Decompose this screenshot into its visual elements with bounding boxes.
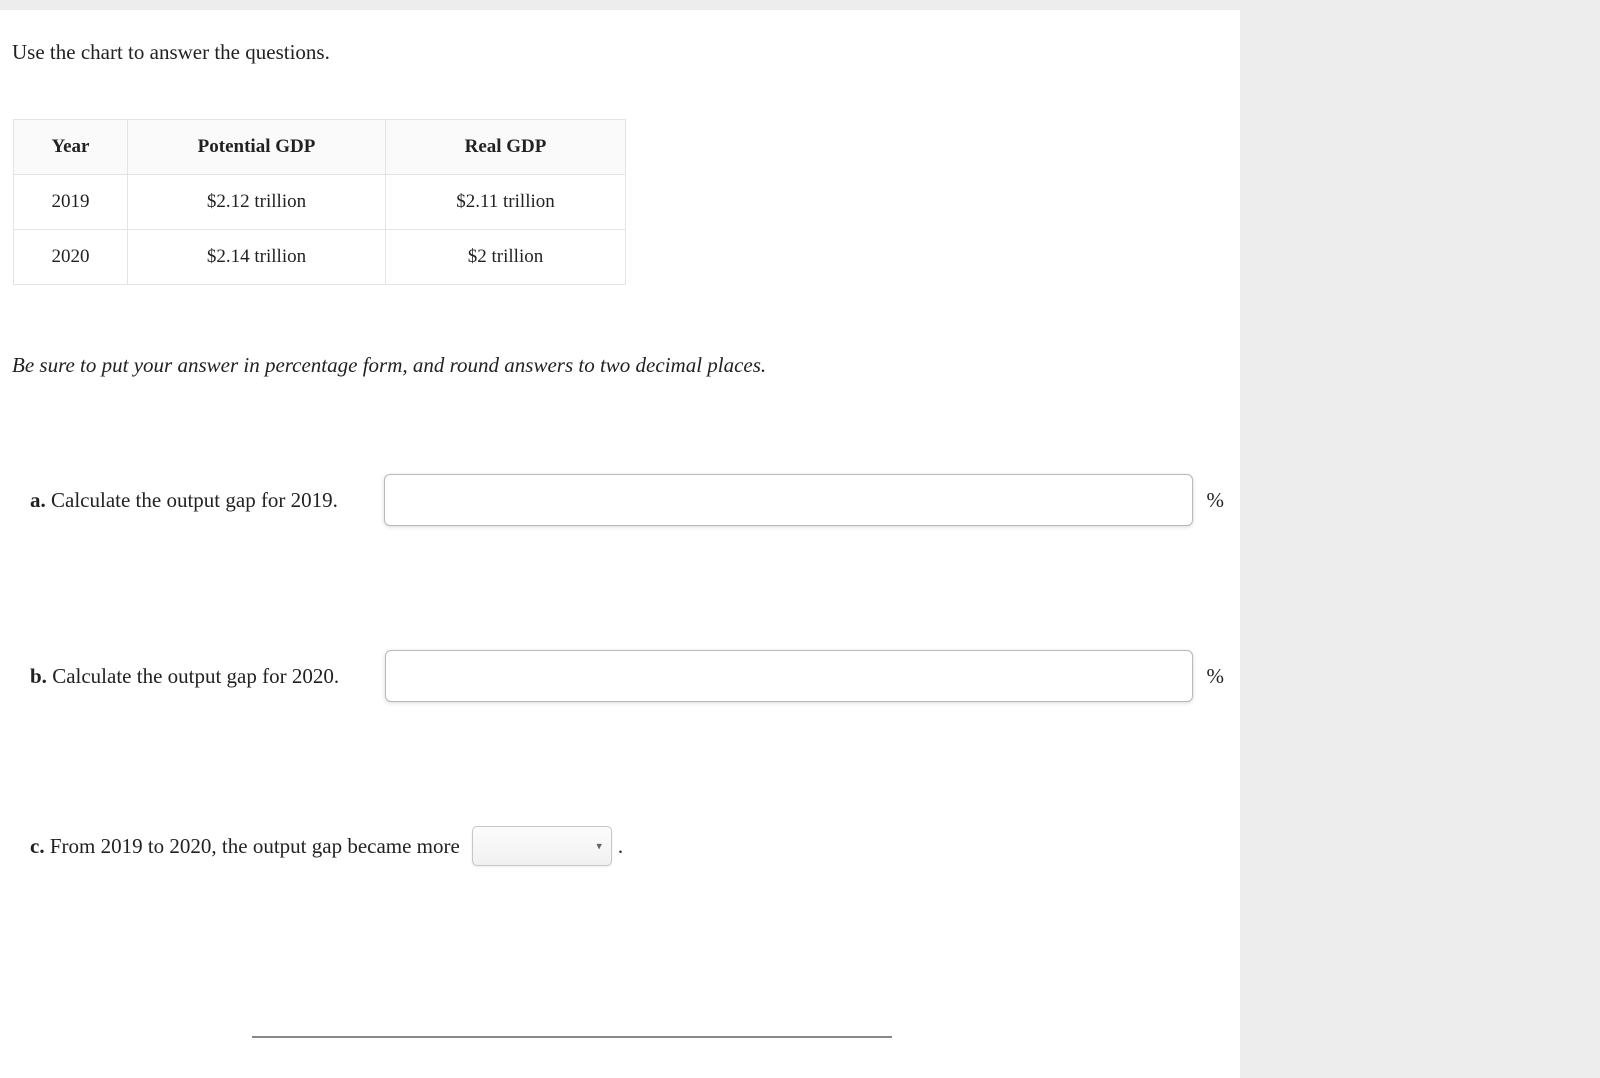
unit-a: % [1207, 488, 1225, 513]
question-c-before: From 2019 to 2020, the output gap became… [50, 834, 460, 858]
question-b-row: b. Calculate the output gap for 2020. % [12, 650, 1230, 702]
question-a-row: a. Calculate the output gap for 2019. % [12, 474, 1230, 526]
question-b-text: b. Calculate the output gap for 2020. [30, 664, 339, 689]
unit-b: % [1207, 664, 1225, 689]
gdp-table: Year Potential GDP Real GDP 2019 $2.12 t… [13, 119, 626, 285]
question-c-row: c. From 2019 to 2020, the output gap bec… [12, 826, 1230, 866]
col-header-real: Real GDP [386, 120, 626, 175]
answer-input-a[interactable] [384, 474, 1193, 526]
question-c-after: . [618, 834, 623, 859]
cell-real: $2 trillion [386, 230, 626, 285]
question-b-body: Calculate the output gap for 2020. [52, 664, 339, 688]
top-bar [0, 0, 1240, 10]
question-c-text: c. From 2019 to 2020, the output gap bec… [30, 834, 460, 859]
cell-year: 2019 [14, 175, 128, 230]
question-page: Use the chart to answer the questions. Y… [0, 0, 1240, 1078]
instruction-note: Be sure to put your answer in percentage… [12, 353, 1230, 378]
cell-potential: $2.12 trillion [128, 175, 386, 230]
table-row: 2020 $2.14 trillion $2 trillion [14, 230, 626, 285]
cell-real: $2.11 trillion [386, 175, 626, 230]
answer-input-b[interactable] [385, 650, 1192, 702]
question-b-label: b. [30, 664, 47, 688]
content-area: Use the chart to answer the questions. Y… [0, 10, 1240, 1038]
answer-select-c[interactable] [472, 826, 612, 866]
col-header-year: Year [14, 120, 128, 175]
question-a-text: a. Calculate the output gap for 2019. [30, 488, 338, 513]
cell-year: 2020 [14, 230, 128, 285]
question-c-label: c. [30, 834, 45, 858]
col-header-potential: Potential GDP [128, 120, 386, 175]
table-header-row: Year Potential GDP Real GDP [14, 120, 626, 175]
question-a-body: Calculate the output gap for 2019. [51, 488, 338, 512]
intro-text: Use the chart to answer the questions. [12, 40, 1230, 65]
table-row: 2019 $2.12 trillion $2.11 trillion [14, 175, 626, 230]
select-wrap-c: ▾ [472, 826, 612, 866]
bottom-divider [252, 1036, 892, 1038]
question-a-label: a. [30, 488, 46, 512]
cell-potential: $2.14 trillion [128, 230, 386, 285]
